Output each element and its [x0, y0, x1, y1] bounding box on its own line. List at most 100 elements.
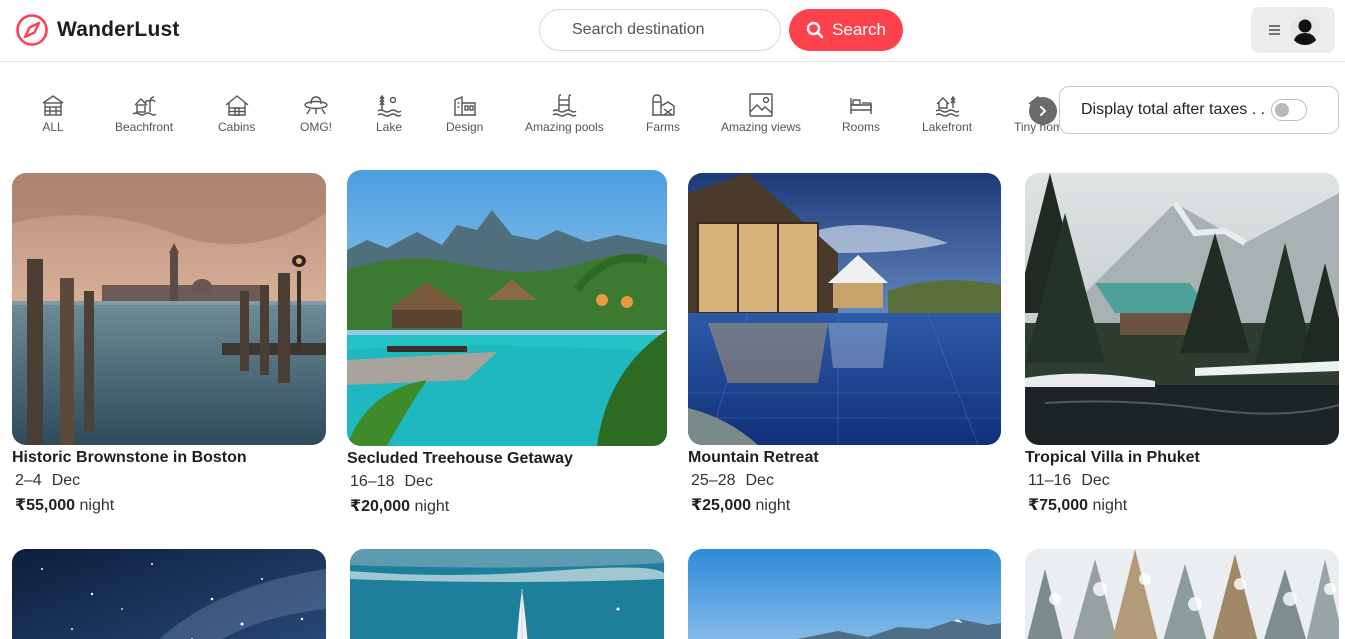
navbar: WanderLust Search	[0, 0, 1345, 62]
user-avatar-icon	[1290, 15, 1320, 45]
listing-date-range: 11–16	[1028, 472, 1072, 489]
listing-image[interactable]	[1025, 173, 1339, 445]
filter-beachfront[interactable]: Beachfront	[115, 92, 173, 134]
forest-lake-cabin-photo	[1025, 173, 1339, 445]
listing-price: ₹55,000 night	[12, 495, 326, 515]
listing-dates: 2–4 Dec	[12, 472, 326, 490]
home-icon	[42, 95, 64, 116]
listing-title: Tropical Villa in Phuket	[1025, 449, 1200, 466]
listing-price-amount: ₹25,000	[691, 497, 752, 514]
listing-image[interactable]	[688, 173, 1001, 445]
filter-cabins[interactable]: Cabins	[218, 92, 255, 134]
filter-label: Lake	[376, 120, 403, 134]
listing-image[interactable]	[688, 549, 1001, 639]
ufo-icon	[304, 96, 328, 115]
listing-image[interactable]	[12, 173, 326, 445]
listing-month: Dec	[51, 472, 81, 489]
compass-icon	[16, 14, 48, 46]
filter-label: Amazing views	[721, 120, 802, 134]
listing-date-range: 25–28	[691, 472, 736, 489]
listing-image[interactable]	[12, 549, 326, 639]
tax-toggle-switch[interactable]	[1271, 99, 1308, 121]
resort-pool-photo	[347, 170, 667, 446]
listing-price-amount: ₹20,000	[350, 498, 411, 515]
listing-card[interactable]	[688, 549, 1001, 639]
listing-card[interactable]: Historic Brownstone in Boston 2–4 Dec ₹55…	[12, 173, 326, 515]
brand-name: WanderLust	[57, 18, 180, 41]
listing-price: ₹25,000 night	[688, 495, 1001, 515]
user-menu-button[interactable]	[1251, 7, 1335, 53]
listing-title: Secluded Treehouse Getaway	[347, 450, 573, 467]
listing-price-unit: night	[79, 497, 115, 514]
filter-lakefront[interactable]: Lakefront	[922, 92, 972, 134]
search-icon	[806, 21, 824, 39]
filter-design[interactable]: Design	[446, 92, 483, 134]
listing-card[interactable]: Secluded Treehouse Getaway 16–18 Dec ₹20,…	[347, 170, 667, 516]
filter-label: Beachfront	[115, 120, 174, 134]
listing-price-amount: ₹55,000	[15, 497, 76, 514]
filter-label: Rooms	[842, 120, 881, 134]
listing-month: Dec	[404, 473, 433, 490]
filter-label: ALL	[42, 120, 64, 134]
coastal-aerial-photo	[350, 549, 664, 639]
listing-card[interactable]	[12, 549, 326, 639]
starry-sky-photo	[12, 549, 326, 639]
filter-label: Lakefront	[922, 120, 973, 134]
beachfront-icon	[132, 96, 157, 116]
filter-label: Design	[446, 120, 484, 134]
filter-label: OMG!	[300, 120, 332, 134]
switch-knob	[1275, 103, 1290, 117]
listing-dates: 25–28 Dec	[688, 472, 1001, 490]
brand-logo[interactable]: WanderLust	[15, 13, 180, 47]
lake-mountains-photo	[688, 549, 1001, 639]
filter-omg[interactable]: OMG!	[300, 92, 332, 134]
listing-price-unit: night	[1092, 497, 1128, 514]
listing-price-unit: night	[755, 497, 791, 514]
search-button-label: Search	[832, 20, 886, 39]
bed-icon	[850, 98, 872, 114]
hamburger-icon	[1269, 25, 1280, 35]
pool-icon	[552, 94, 577, 117]
listing-title: Historic Brownstone in Boston	[12, 449, 247, 466]
snowy-forest-photo	[1025, 549, 1339, 639]
search-button[interactable]: Search	[789, 9, 903, 51]
listing-title: Mountain Retreat	[688, 449, 819, 466]
tax-toggle-panel: Display total after taxes . .	[1059, 86, 1339, 134]
cabin-icon	[225, 95, 249, 116]
search-input[interactable]	[539, 9, 781, 51]
filter-amazing-pools[interactable]: Amazing pools	[525, 92, 604, 134]
filter-farms[interactable]: Farms	[646, 92, 680, 134]
listing-card[interactable]	[350, 549, 664, 639]
listing-card[interactable]: Tropical Villa in Phuket 11–16 Dec ₹75,00…	[1025, 173, 1339, 515]
listing-month: Dec	[745, 472, 774, 489]
farm-icon	[652, 94, 675, 116]
category-filter-bar: ALL Beachfront Cabins OMG! Lake Design A…	[0, 62, 1060, 158]
lake-icon	[377, 94, 402, 117]
listing-price-amount: ₹75,000	[1028, 497, 1089, 514]
filter-rooms[interactable]: Rooms	[842, 92, 880, 134]
listing-image[interactable]	[350, 549, 664, 639]
mountain-resort-photo	[688, 173, 1001, 445]
filter-label: Cabins	[218, 120, 256, 134]
listing-image[interactable]	[347, 170, 667, 446]
listing-dates: 11–16 Dec	[1025, 472, 1339, 490]
filter-amazing-views[interactable]: Amazing views	[721, 92, 801, 134]
design-icon	[453, 95, 476, 116]
filter-lake[interactable]: Lake	[376, 92, 402, 134]
filter-all[interactable]: ALL	[40, 92, 66, 134]
lakefront-icon	[935, 95, 960, 117]
filters-scroll-next-button[interactable]	[1029, 97, 1057, 125]
tax-toggle-label: Display total after taxes . .	[1081, 101, 1266, 118]
listing-date-range: 2–4	[15, 472, 42, 489]
listing-date-range: 16–18	[350, 473, 395, 490]
filter-label: Farms	[646, 120, 680, 134]
chevron-right-icon	[1040, 106, 1046, 116]
listing-price: ₹75,000 night	[1025, 495, 1339, 515]
listing-price-unit: night	[414, 498, 450, 515]
listing-price: ₹20,000 night	[347, 496, 667, 516]
listing-image[interactable]	[1025, 549, 1339, 639]
listing-dates: 16–18 Dec	[347, 473, 667, 491]
listing-card[interactable]: Mountain Retreat 25–28 Dec ₹25,000 night	[688, 173, 1001, 515]
listing-month: Dec	[1081, 472, 1110, 489]
listing-card[interactable]	[1025, 549, 1339, 639]
